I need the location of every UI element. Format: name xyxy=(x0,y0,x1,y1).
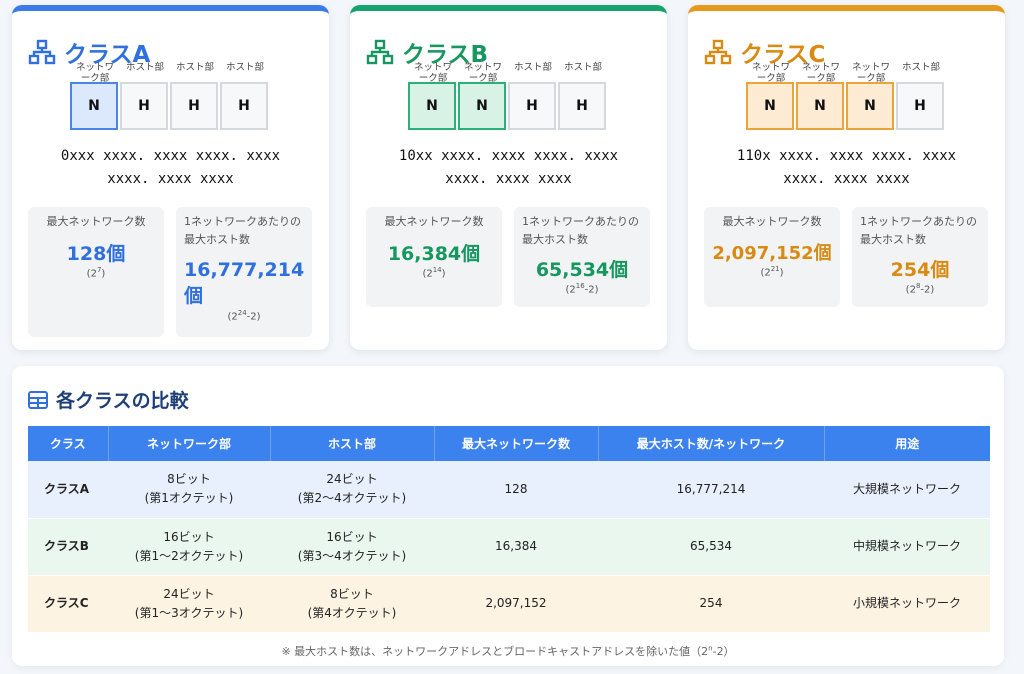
octet-label: ホスト部 xyxy=(225,62,264,73)
binary-pattern: 10xx xxxx. xxxx xxxx. xxxx xxxx. xxxx xx… xyxy=(398,148,619,187)
network-icon xyxy=(704,39,732,65)
column-header: クラス xyxy=(28,426,109,461)
column-header: ネットワーク部 xyxy=(108,426,271,461)
octet-block: N xyxy=(458,82,506,130)
max-networks-stat: 最大ネットワーク数 16,384個 (214) xyxy=(366,207,502,307)
octet-blocks: ネットワ ーク部 ホスト部 ホスト部 ホスト部 N H H H xyxy=(70,62,270,130)
comparison-table: クラス ネットワーク部 ホスト部 最大ネットワーク数 最大ホスト数/ネットワーク… xyxy=(28,426,990,633)
octet-block: H xyxy=(508,82,556,130)
column-header: 最大ネットワーク数 xyxy=(434,426,599,461)
octet-block: H xyxy=(558,82,606,130)
max-hosts-stat: 1ネットワークあたりの最大ホスト数 16,777,214 個 (224-2) xyxy=(176,207,312,337)
max-hosts-note: (28-2) xyxy=(905,282,935,296)
octet-block: N xyxy=(70,82,118,130)
octet-label: ホスト部 xyxy=(901,62,940,73)
binary-pattern: 110x xxxx. xxxx xxxx. xxxx xxxx. xxxx xx… xyxy=(736,148,957,187)
octet-block: N xyxy=(408,82,456,130)
comparison-title: 各クラスの比較 xyxy=(28,386,189,413)
max-networks-note: (214) xyxy=(422,266,446,280)
octet-block: H xyxy=(120,82,168,130)
max-hosts-value: 16,777,214 個 xyxy=(184,259,305,307)
table-header-row: クラス ネットワーク部 ホスト部 最大ネットワーク数 最大ホスト数/ネットワーク… xyxy=(28,426,990,461)
max-hosts-note: (224-2) xyxy=(227,309,261,323)
max-networks-value: 2,097,152個 xyxy=(712,243,832,264)
column-header: ホスト部 xyxy=(270,426,435,461)
octet-label: ホスト部 xyxy=(125,62,164,73)
binary-pattern: 0xxx xxxx. xxxx xxxx. xxxx xxxx. xxxx xx… xyxy=(60,148,281,187)
table-row: クラスB 16ビット (第1〜2オクテット) 16ビット (第3〜4オクテット) 1… xyxy=(28,518,990,575)
class-b-card: クラスB ネットワ ーク部 ネットワ ーク部 ホスト部 ホスト部 N N H H 1… xyxy=(350,5,667,350)
max-networks-stat: 最大ネットワーク数 128個 (27) xyxy=(28,207,164,337)
class-a-card: クラスA ネットワ ーク部 ホスト部 ホスト部 ホスト部 N H H H 0xxx… xyxy=(12,5,329,350)
class-cards: クラスA ネットワ ーク部 ホスト部 ホスト部 ホスト部 N H H H 0xxx… xyxy=(12,5,1012,350)
octet-label: ネットワ ーク部 xyxy=(751,62,790,84)
octet-block: H xyxy=(220,82,268,130)
comparison-panel: 各クラスの比較 クラス ネットワーク部 ホスト部 最大ネットワーク数 最大ホスト… xyxy=(12,366,1004,666)
max-hosts-value: 254個 xyxy=(890,259,950,281)
octet-block: N xyxy=(796,82,844,130)
octet-blocks: ネットワ ーク部 ネットワ ーク部 ホスト部 ホスト部 N N H H xyxy=(408,62,608,130)
max-hosts-value: 65,534個 xyxy=(535,259,629,281)
class-c-card: クラスC ネットワ ーク部 ネットワ ーク部 ネットワ ーク部 ホスト部 N N N … xyxy=(688,5,1005,350)
octet-label: ネットワ ーク部 xyxy=(801,62,840,84)
footnote: ※ 最大ホスト数は、ネットワークアドレスとブロードキャストアドレスを除いた値（2… xyxy=(281,644,735,658)
octet-label: ネットワ ーク部 xyxy=(75,62,114,84)
max-networks-value: 128個 xyxy=(66,243,126,265)
table-row: クラスC 24ビット (第1〜3オクテット) 8ビット (第4オクテット) 2,09… xyxy=(28,575,990,632)
network-icon xyxy=(28,39,56,65)
octet-label: ホスト部 xyxy=(513,62,552,73)
network-icon xyxy=(366,39,394,65)
octet-label: ネットワ ーク部 xyxy=(463,62,502,84)
octet-block: H xyxy=(896,82,944,130)
octet-label: ネットワ ーク部 xyxy=(413,62,452,84)
octet-label: ホスト部 xyxy=(175,62,214,73)
octet-label: ホスト部 xyxy=(563,62,602,73)
octet-block: N xyxy=(746,82,794,130)
max-hosts-note: (216-2) xyxy=(565,282,599,296)
max-networks-value: 16,384個 xyxy=(387,243,481,265)
octet-block: H xyxy=(170,82,218,130)
table-row: クラスA 8ビット (第1オクテット) 24ビット (第2〜4オクテット) 128 … xyxy=(28,461,990,518)
column-header: 最大ホスト数/ネットワーク xyxy=(598,426,825,461)
table-icon xyxy=(28,390,48,409)
max-networks-stat: 最大ネットワーク数 2,097,152個 (221) xyxy=(704,207,840,307)
octet-block: N xyxy=(846,82,894,130)
max-hosts-stat: 1ネットワークあたりの最大ホスト数 65,534個 (216-2) xyxy=(514,207,650,307)
max-networks-note: (221) xyxy=(760,265,784,279)
octet-label: ネットワ ーク部 xyxy=(851,62,890,84)
column-header: 用途 xyxy=(895,437,920,451)
octet-blocks: ネットワ ーク部 ネットワ ーク部 ネットワ ーク部 ホスト部 N N N H xyxy=(746,62,946,130)
max-networks-note: (27) xyxy=(86,266,106,280)
max-hosts-stat: 1ネットワークあたりの最大ホスト数 254個 (28-2) xyxy=(852,207,988,307)
